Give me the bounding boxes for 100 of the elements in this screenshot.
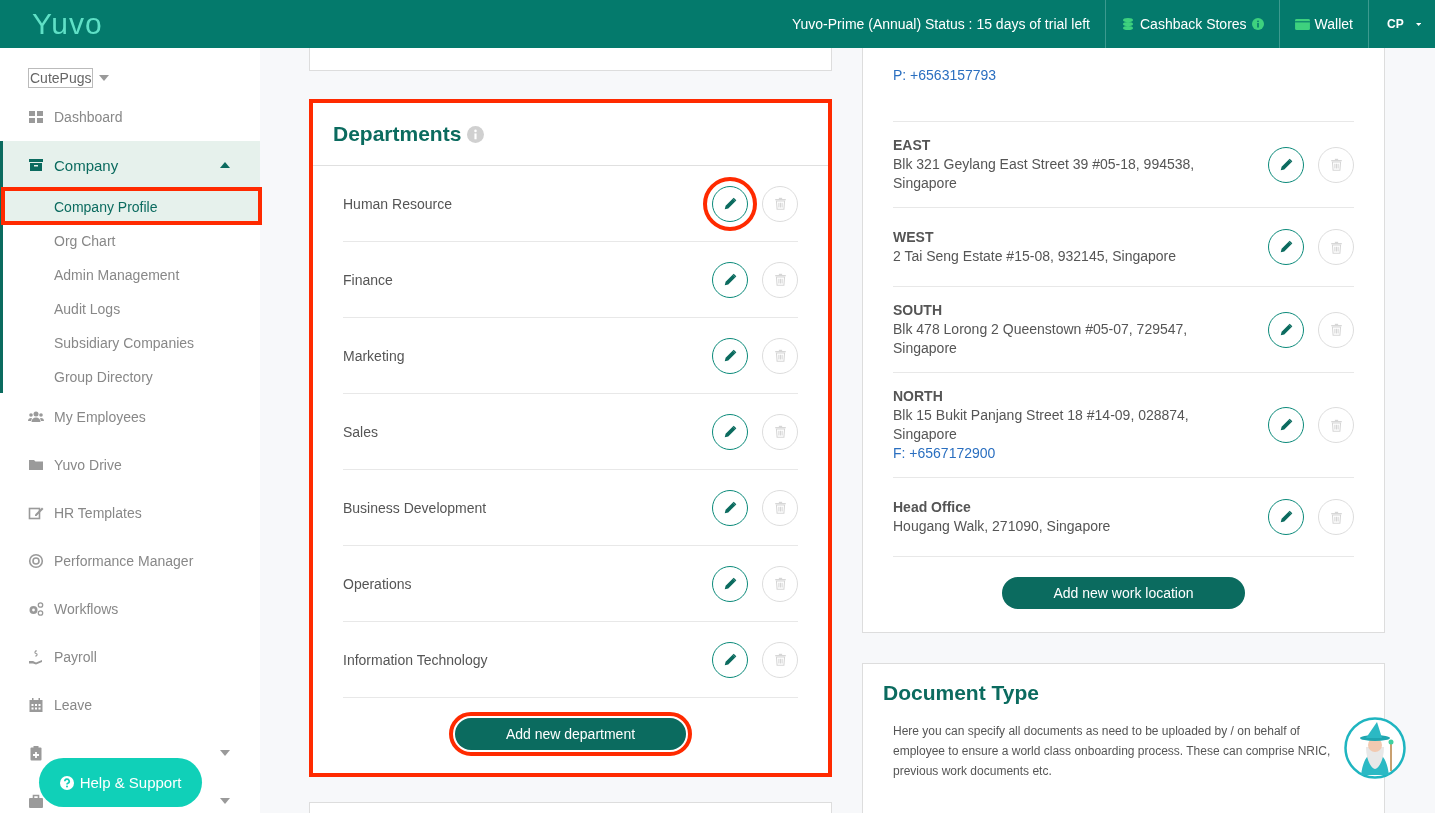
delete-button[interactable] bbox=[762, 185, 798, 222]
edit-button[interactable] bbox=[712, 641, 748, 678]
pencil-icon bbox=[723, 196, 737, 211]
trash-icon bbox=[773, 501, 787, 514]
delete-button[interactable] bbox=[762, 261, 798, 298]
bag-icon bbox=[28, 793, 44, 809]
pencil-icon bbox=[723, 272, 737, 287]
department-name: Finance bbox=[343, 271, 394, 288]
archive-icon bbox=[28, 157, 44, 173]
pencil-icon bbox=[723, 652, 737, 667]
delete-button[interactable] bbox=[762, 413, 798, 450]
pencil-icon bbox=[723, 576, 737, 591]
pencil-icon bbox=[723, 348, 737, 363]
edit-button[interactable] bbox=[712, 337, 748, 374]
edit-button[interactable] bbox=[1268, 499, 1304, 535]
department-name: Sales bbox=[343, 423, 380, 440]
sidebar-item[interactable]: Payroll bbox=[0, 633, 260, 681]
location-address: Blk 15 Bukit Panjang Street 18 #14-09, 028874, Singapore bbox=[893, 406, 1190, 444]
edit-button[interactable] bbox=[1268, 229, 1304, 265]
location-name: EAST bbox=[893, 136, 932, 155]
pencil-icon bbox=[723, 424, 737, 439]
trash-icon bbox=[1329, 240, 1343, 254]
card-title: Document Type bbox=[883, 681, 1040, 705]
wallet-icon bbox=[1294, 17, 1310, 31]
delete-button[interactable] bbox=[762, 337, 798, 374]
hand-icon bbox=[28, 649, 44, 665]
caret-icon bbox=[99, 75, 110, 81]
pencil-icon bbox=[1279, 418, 1293, 432]
coins-icon bbox=[1121, 17, 1135, 31]
sidebar-item[interactable]: HR Templates bbox=[0, 489, 260, 537]
calendar-icon bbox=[28, 697, 44, 713]
location-name: WEST bbox=[893, 228, 935, 247]
edit-button[interactable] bbox=[712, 565, 748, 602]
trash-icon bbox=[1329, 510, 1343, 524]
delete-button[interactable] bbox=[1318, 499, 1354, 535]
pencil-icon bbox=[723, 500, 737, 515]
trash-icon bbox=[773, 349, 787, 362]
sidebar-subitem[interactable]: Company Profile bbox=[3, 189, 260, 223]
location-name: NORTH bbox=[893, 387, 944, 406]
assistant-avatar[interactable] bbox=[1344, 717, 1406, 779]
card-description: Here you can specify all documents as need to be uploaded by / on behalf of employee to ensure a world class onboarding process. These can comprise NRIC, previous work documents etc. bbox=[893, 723, 1332, 780]
sidebar-subitem[interactable]: Admin Management bbox=[3, 257, 260, 291]
sidebar-subitem[interactable]: Group Directory bbox=[3, 359, 260, 393]
trash-icon bbox=[1329, 418, 1343, 432]
info-icon bbox=[467, 125, 485, 143]
delete-button[interactable] bbox=[762, 641, 798, 678]
department-name: Operations bbox=[343, 575, 413, 592]
location-address: Hougang Walk, 271090, Singapore bbox=[893, 517, 1112, 536]
target-icon bbox=[28, 553, 44, 569]
sidebar-item[interactable]: Leave bbox=[0, 681, 260, 729]
edit-button[interactable] bbox=[712, 489, 748, 526]
edit-button[interactable] bbox=[1268, 407, 1304, 443]
trash-icon bbox=[1329, 158, 1343, 171]
delete-button[interactable] bbox=[1318, 407, 1354, 443]
sidebar-item[interactable]: Workflows bbox=[0, 585, 260, 633]
trash-icon bbox=[773, 273, 787, 286]
edit-button[interactable] bbox=[1268, 311, 1304, 348]
users-icon bbox=[28, 409, 44, 425]
sidebar-subitem[interactable]: Subsidiary Companies bbox=[3, 325, 260, 359]
phone-link[interactable]: F: +6567172900 bbox=[893, 444, 1254, 463]
location-address: 2 Tai Seng Estate #15-08, 932145, Singapore bbox=[893, 247, 1178, 266]
logo[interactable]: Yuvo bbox=[32, 7, 103, 41]
location-address: Blk 478 Lorong 2 Queenstown #05-07, 729547, Singapore bbox=[893, 320, 1189, 358]
department-name: Human Resource bbox=[343, 195, 453, 212]
delete-button[interactable] bbox=[762, 565, 798, 602]
delete-button[interactable] bbox=[1318, 311, 1354, 348]
sidebar-item[interactable]: Performance Manager bbox=[0, 537, 260, 585]
help-support-button[interactable]: Help & Support bbox=[39, 758, 202, 807]
pencil-icon bbox=[1279, 157, 1293, 172]
add-location-button[interactable]: Add new work location bbox=[1002, 577, 1245, 609]
edit-button[interactable] bbox=[712, 413, 748, 450]
sidebar-item[interactable]: My Employees bbox=[0, 393, 260, 441]
folder-icon bbox=[28, 457, 44, 473]
location-name: Head Office bbox=[893, 498, 972, 517]
department-name: Marketing bbox=[343, 347, 406, 364]
location-address: Blk 321 Geylang East Street 39 #05-18, 994538, Singapore bbox=[893, 155, 1196, 193]
pencil-icon bbox=[1279, 510, 1293, 524]
grid-icon bbox=[28, 109, 44, 125]
edit-button[interactable] bbox=[712, 261, 748, 298]
info-icon bbox=[1251, 18, 1264, 30]
edit-icon bbox=[28, 505, 44, 521]
sidebar-subitem[interactable]: Audit Logs bbox=[3, 291, 260, 325]
department-name: Information Technology bbox=[343, 651, 489, 668]
edit-button[interactable] bbox=[1268, 146, 1304, 183]
sidebar-item[interactable]: Yuvo Drive bbox=[0, 441, 260, 489]
delete-button[interactable] bbox=[1318, 229, 1354, 265]
trash-icon bbox=[773, 653, 787, 666]
trash-icon bbox=[1329, 323, 1343, 336]
clipboard-icon bbox=[28, 745, 44, 761]
sidebar-item[interactable]: Company bbox=[3, 141, 260, 189]
sidebar-item[interactable]: Dashboard bbox=[0, 93, 260, 141]
delete-button[interactable] bbox=[1318, 146, 1354, 183]
company-selector[interactable]: CutePugs bbox=[28, 68, 94, 88]
phone-link[interactable]: P: +6563157793 bbox=[893, 65, 1254, 85]
trash-icon bbox=[773, 197, 787, 210]
help-icon bbox=[59, 775, 74, 790]
pencil-icon bbox=[1279, 322, 1293, 337]
delete-button[interactable] bbox=[762, 489, 798, 526]
trial-status: Yuvo-Prime (Annual) Status : 15 days of trial left bbox=[791, 16, 1091, 32]
sidebar-subitem[interactable]: Org Chart bbox=[3, 223, 260, 257]
